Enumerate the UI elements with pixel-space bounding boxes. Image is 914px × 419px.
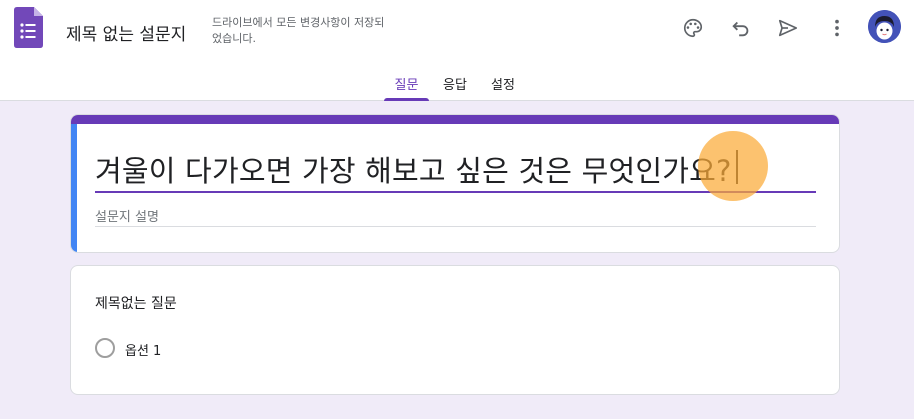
tab-settings[interactable]: 설정: [485, 74, 521, 101]
forms-icon[interactable]: [14, 7, 43, 48]
option-row[interactable]: 옵션 1: [95, 338, 395, 360]
form-title-card: 겨울이 다가오면 가장 해보고 싶은 것은 무엇인가요? 설문지 설명: [70, 114, 840, 253]
avatar[interactable]: [868, 10, 901, 43]
text-caret: [736, 150, 738, 184]
form-title-input[interactable]: 겨울이 다가오면 가장 해보고 싶은 것은 무엇인가요?: [95, 148, 732, 190]
top-bar: 제목 없는 설문지 드라이브에서 모든 변경사항이 저장되었습니다. 질문 응답…: [0, 0, 914, 101]
save-status: 드라이브에서 모든 변경사항이 저장되었습니다.: [212, 16, 385, 45]
tab-questions[interactable]: 질문: [384, 74, 429, 101]
form-description-input[interactable]: 설문지 설명: [95, 206, 159, 225]
theme-band: [71, 115, 839, 124]
title-underline: [95, 191, 816, 193]
question-title[interactable]: 제목없는 질문: [95, 293, 177, 313]
description-underline: [95, 226, 816, 227]
radio-button[interactable]: [95, 338, 115, 358]
focus-indicator: [71, 124, 77, 252]
active-tab-indicator: [384, 98, 429, 101]
send-icon[interactable]: [772, 12, 804, 44]
palette-icon[interactable]: [677, 12, 709, 44]
question-card[interactable]: 제목없는 질문 옵션 1: [70, 265, 840, 395]
document-title[interactable]: 제목 없는 설문지: [66, 20, 186, 45]
form-tabs: 질문 응답 설정: [0, 74, 914, 101]
option-label[interactable]: 옵션 1: [125, 340, 161, 359]
tab-responses[interactable]: 응답: [438, 74, 472, 101]
more-vert-icon[interactable]: [821, 12, 853, 44]
undo-icon[interactable]: [725, 12, 757, 44]
